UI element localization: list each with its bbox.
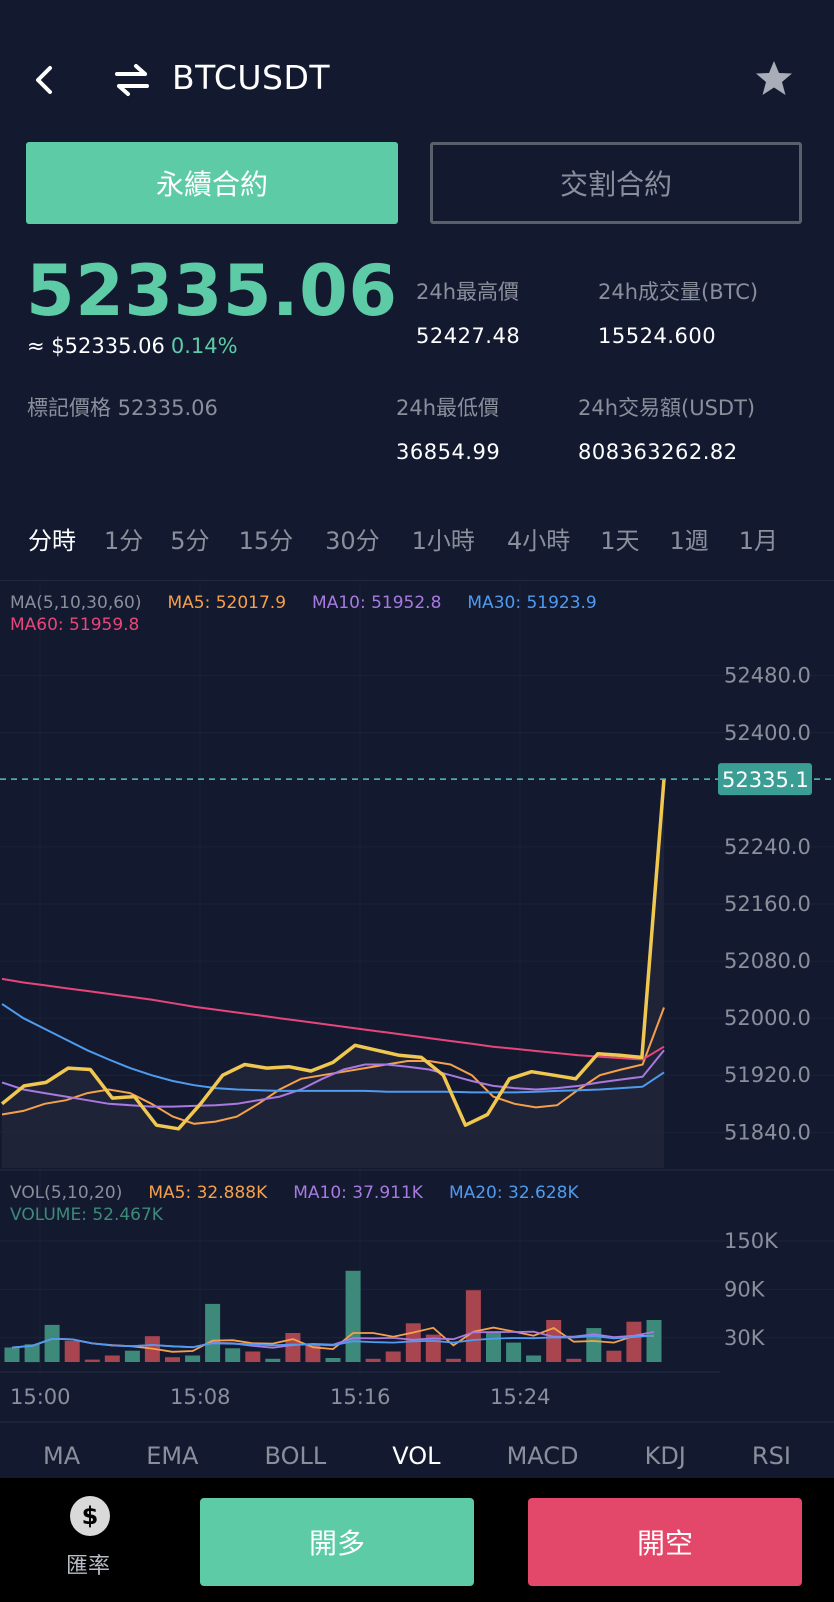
vol-ma20-legend: MA20: 32.628K (448, 1183, 579, 1203)
volume-bar (546, 1320, 562, 1362)
vol-legend-title: VOL(5,10,20) (10, 1183, 123, 1203)
volume-bar (385, 1351, 401, 1362)
ma10-legend: MA10: 51952.8 (312, 593, 442, 613)
volume-bar (84, 1359, 100, 1362)
volume-bar (405, 1323, 421, 1362)
y-axis-tick-label: 51920.0 (724, 1063, 811, 1087)
volume-bar (626, 1321, 642, 1362)
indicator-tab[interactable]: EMA (146, 1442, 198, 1482)
exchange-rate-label: 匯率 (66, 1554, 111, 1579)
volume-bar (225, 1348, 241, 1362)
volume-bar (345, 1270, 361, 1362)
price-area (2, 779, 664, 1168)
volume-axis-tick-label: 90K (724, 1277, 766, 1301)
indicator-tab[interactable]: BOLL (265, 1442, 327, 1482)
volume-axis-tick-label: 150K (724, 1229, 779, 1253)
x-axis-tick-label: 15:24 (490, 1385, 551, 1409)
dollar-icon: $ (70, 1496, 110, 1536)
y-axis-tick-label: 51840.0 (724, 1120, 811, 1144)
bottom-action-bar: $ 匯率 開多 開空 (0, 1478, 834, 1602)
ma-legend-title: MA(5,10,30,60) (10, 593, 142, 613)
volume-bar (465, 1290, 481, 1362)
ma60-line (1, 977, 665, 1061)
ma-legend: MA(5,10,30,60) MA5: 52017.9 MA10: 51952.8 M… (10, 592, 710, 636)
volume-axis-tick-label: 30K (724, 1326, 766, 1350)
volume-bar (365, 1358, 381, 1362)
volume-legend: VOLUME: 52.467K (10, 1205, 163, 1225)
volume-bar (64, 1341, 80, 1362)
volume-bar (526, 1355, 542, 1362)
indicator-tab[interactable]: VOL (392, 1442, 440, 1482)
y-axis-tick-label: 52080.0 (724, 949, 811, 973)
volume-bar (44, 1324, 60, 1362)
volume-bar (566, 1358, 582, 1362)
indicator-tab[interactable]: MA (43, 1442, 80, 1482)
ma60-legend: MA60: 51959.8 (10, 615, 140, 635)
indicator-tabs: MA EMA BOLL VOL MACD KDJ RSI (0, 1442, 834, 1482)
volume-bar (205, 1303, 221, 1362)
y-axis-tick-label: 52400.0 (724, 721, 811, 745)
open-long-button[interactable]: 開多 (200, 1498, 474, 1586)
ma30-legend: MA30: 51923.9 (467, 593, 597, 613)
vol-legend: VOL(5,10,20) MA5: 32.888K MA10: 37.911K MA2… (10, 1182, 710, 1226)
volume-bar (4, 1347, 20, 1362)
volume-bar (445, 1358, 461, 1362)
y-axis-tick-label: 52160.0 (724, 892, 811, 916)
last-price-tag-label: 52335.1 (722, 768, 809, 792)
volume-bar (165, 1357, 180, 1362)
vol-ma5-legend: MA5: 32.888K (148, 1183, 268, 1203)
volume-bar (646, 1320, 662, 1362)
volume-bar (104, 1355, 120, 1362)
x-axis-tick-label: 15:08 (170, 1385, 231, 1409)
volume-bar (506, 1342, 522, 1362)
volume-bar (265, 1358, 281, 1362)
indicator-tab[interactable]: KDJ (645, 1442, 686, 1482)
volume-bar (185, 1355, 201, 1362)
y-axis-tick-label: 52480.0 (724, 664, 811, 688)
indicator-tab[interactable]: MACD (507, 1442, 579, 1482)
open-short-button[interactable]: 開空 (528, 1498, 802, 1586)
x-axis-tick-label: 15:16 (330, 1385, 391, 1409)
y-axis-tick-label: 52000.0 (724, 1006, 811, 1030)
y-axis-tick-label: 52240.0 (724, 835, 811, 859)
volume-bar (606, 1350, 622, 1362)
volume-bar (124, 1350, 140, 1362)
exchange-rate-button[interactable]: $ 匯率 (60, 1496, 120, 1586)
x-axis-tick-label: 15:00 (10, 1385, 71, 1409)
volume-bar (586, 1328, 602, 1362)
volume-bar (285, 1333, 301, 1362)
vol-ma10-legend: MA10: 37.911K (293, 1183, 423, 1203)
volume-bar (486, 1331, 501, 1362)
indicator-tab[interactable]: RSI (752, 1442, 791, 1482)
volume-bar (325, 1358, 341, 1362)
volume-bar (245, 1351, 261, 1362)
ma5-legend: MA5: 52017.9 (167, 593, 287, 613)
